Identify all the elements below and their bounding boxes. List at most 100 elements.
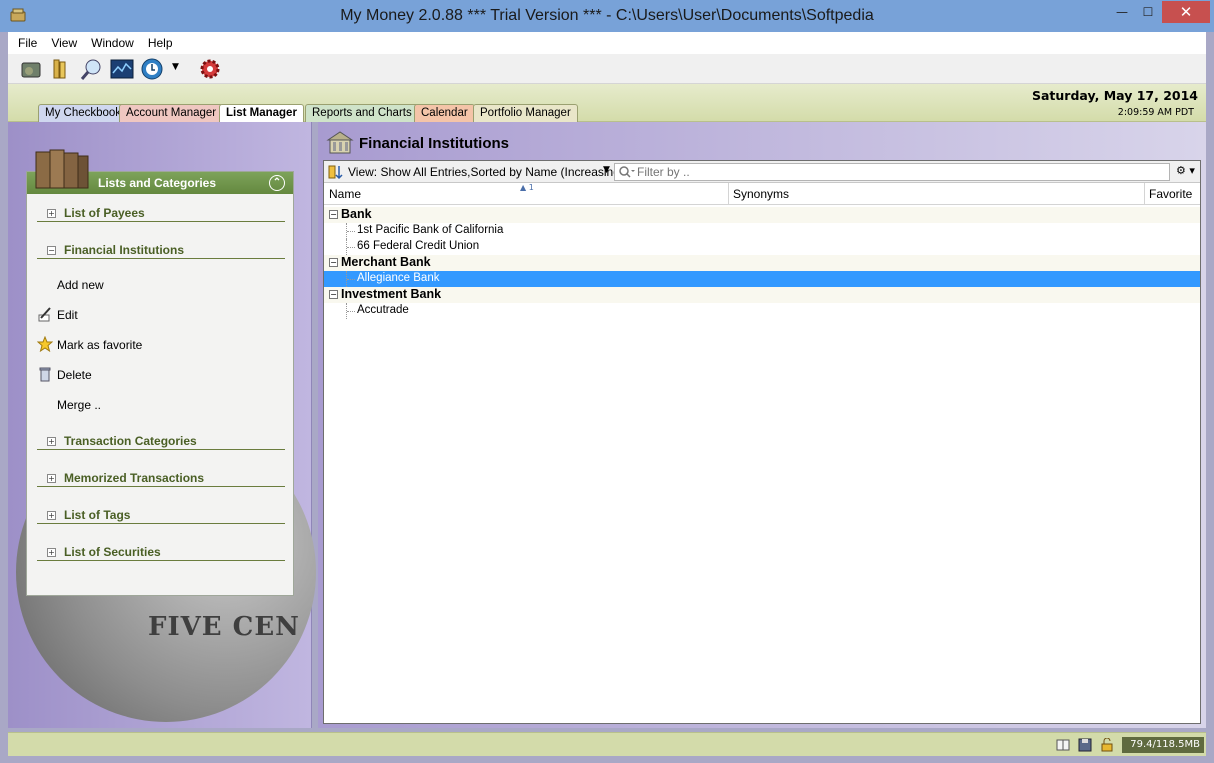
tab-calendar[interactable]: Calendar	[414, 104, 475, 122]
tree-line	[346, 303, 356, 319]
download-dropdown-icon[interactable]: ▼	[172, 62, 179, 72]
status-bar: 79.4/118.5MB	[8, 732, 1206, 756]
memory-usage: 79.4/118.5MB	[1122, 737, 1204, 753]
sort-order-number: 1	[528, 183, 534, 192]
column-synonyms[interactable]: Synonyms	[733, 187, 789, 201]
section-financial-institutions[interactable]: − Financial Institutions	[37, 243, 285, 259]
column-favorite[interactable]: Favorite	[1149, 187, 1192, 201]
edit-pencil-icon	[38, 307, 51, 322]
star-icon	[37, 336, 53, 352]
trash-icon	[39, 367, 51, 382]
section-label: List of Tags	[64, 508, 131, 522]
menu-view[interactable]: View	[51, 36, 77, 50]
tab-account-manager[interactable]: Account Manager	[119, 104, 224, 122]
menu-window[interactable]: Window	[91, 36, 134, 50]
expand-icon[interactable]: +	[47, 209, 56, 218]
group-bank[interactable]: − Bank	[324, 207, 1200, 223]
collapse-icon[interactable]: −	[47, 246, 56, 255]
checkbook-icon[interactable]	[20, 57, 44, 81]
book-icon[interactable]	[1056, 738, 1070, 752]
action-add-new[interactable]: Add new	[57, 278, 104, 292]
list-item[interactable]: Accutrade	[324, 303, 1200, 319]
lists-categories-title: Lists and Categories	[98, 176, 217, 190]
group-merchant-bank[interactable]: − Merchant Bank	[324, 255, 1200, 271]
lists-categories-panel: Lists and Categories ⌃ + List of Payees …	[26, 171, 294, 596]
section-list-of-payees[interactable]: + List of Payees	[37, 206, 285, 222]
institution-name: 66 Federal Credit Union	[357, 240, 480, 252]
expand-icon[interactable]: +	[47, 474, 56, 483]
tree-line	[346, 223, 356, 239]
chart-icon[interactable]	[110, 57, 134, 81]
group-investment-bank[interactable]: − Investment Bank	[324, 287, 1200, 303]
view-bar: View: Show All Entries,Sorted by Name (I…	[324, 161, 1200, 183]
column-header-row: Name Synonyms Favorite	[324, 183, 1200, 205]
action-delete[interactable]: Delete	[57, 368, 92, 382]
expand-icon[interactable]: +	[47, 437, 56, 446]
sort-view-icon[interactable]	[328, 164, 344, 180]
column-separator[interactable]	[1144, 183, 1145, 205]
tab-reports-and-charts[interactable]: Reports and Charts	[305, 104, 419, 122]
section-label: List of Payees	[64, 206, 145, 220]
section-list-of-securities[interactable]: + List of Securities	[37, 545, 285, 561]
section-label: Financial Institutions	[64, 243, 185, 257]
bank-building-icon	[326, 131, 354, 154]
tree-line	[346, 239, 356, 255]
list-item[interactable]: 1st Pacific Bank of California	[324, 223, 1200, 239]
toolbar: ▼	[8, 54, 1206, 84]
filter-box	[614, 163, 1170, 181]
collapse-icon[interactable]: −	[329, 210, 338, 219]
save-disk-icon[interactable]	[1078, 738, 1092, 752]
minimize-button[interactable]: —	[1108, 1, 1136, 23]
settings-gear-dropdown-icon[interactable]: ⚙ ▾	[1176, 164, 1195, 177]
tab-list-manager[interactable]: List Manager	[219, 104, 304, 123]
close-button[interactable]: ✕	[1162, 1, 1210, 23]
filter-input[interactable]	[637, 164, 1157, 180]
tab-my-checkbook[interactable]: My Checkbook	[38, 104, 129, 122]
menu-bar: File View Window Help	[8, 32, 1206, 54]
section-label: Memorized Transactions	[64, 471, 205, 485]
section-transaction-categories[interactable]: + Transaction Categories	[37, 434, 285, 450]
sort-ascending-icon: ▲ 1	[520, 183, 534, 192]
books-icon[interactable]	[50, 57, 74, 81]
view-dropdown-icon[interactable]: ▼	[603, 165, 610, 175]
tab-strip: My Checkbook Account Manager List Manage…	[8, 84, 1206, 123]
menu-help[interactable]: Help	[148, 36, 173, 50]
expand-icon[interactable]: +	[47, 548, 56, 557]
tab-portfolio-manager[interactable]: Portfolio Manager	[473, 104, 578, 122]
magnifier-icon[interactable]	[80, 57, 104, 81]
list-item[interactable]: 66 Federal Credit Union	[324, 239, 1200, 255]
current-date: Saturday, May 17, 2014	[1031, 88, 1198, 103]
unlock-icon[interactable]	[1100, 738, 1114, 752]
books-icon	[35, 149, 89, 189]
download-icon[interactable]	[140, 57, 164, 81]
title-bar: My Money 2.0.88 *** Trial Version *** - …	[0, 0, 1214, 32]
tree-line	[346, 271, 356, 287]
list-item-selected[interactable]: Allegiance Bank	[324, 271, 1200, 287]
institution-name: Allegiance Bank	[357, 272, 440, 284]
gear-icon[interactable]	[198, 57, 222, 81]
section-memorized-transactions[interactable]: + Memorized Transactions	[37, 471, 285, 487]
main-pane: Financial Institutions View: Show All En…	[318, 122, 1206, 728]
column-separator[interactable]	[728, 183, 729, 205]
current-time: 2:09:59 AM PDT	[1117, 107, 1194, 118]
group-label: Investment Bank	[341, 287, 442, 301]
institution-name: 1st Pacific Bank of California	[357, 224, 504, 236]
collapse-icon[interactable]: −	[329, 258, 338, 267]
collapse-icon[interactable]: −	[329, 290, 338, 299]
action-merge[interactable]: Merge ..	[57, 398, 101, 412]
menu-file[interactable]: File	[18, 36, 37, 50]
action-edit[interactable]: Edit	[57, 308, 78, 322]
column-name[interactable]: Name	[329, 187, 361, 201]
section-label: Transaction Categories	[64, 434, 197, 448]
institution-name: Accutrade	[357, 304, 409, 316]
maximize-button[interactable]: ☐	[1134, 1, 1162, 23]
search-icon[interactable]	[619, 166, 635, 181]
view-selector[interactable]: View: Show All Entries,Sorted by Name (I…	[348, 165, 624, 179]
collapse-up-icon[interactable]: ⌃	[269, 175, 285, 191]
window-title: My Money 2.0.88 *** Trial Version *** - …	[340, 7, 874, 24]
page-title: Financial Institutions	[359, 135, 510, 152]
section-list-of-tags[interactable]: + List of Tags	[37, 508, 285, 524]
action-mark-as-favorite[interactable]: Mark as favorite	[57, 338, 142, 352]
coin-text: FIVE CENTS	[148, 612, 298, 642]
expand-icon[interactable]: +	[47, 511, 56, 520]
